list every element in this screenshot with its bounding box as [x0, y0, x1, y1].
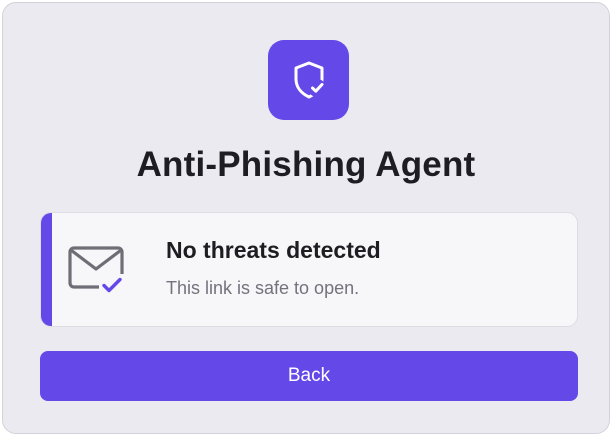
- back-button[interactable]: Back: [40, 351, 578, 401]
- status-accent-bar: [41, 213, 52, 326]
- status-message: This link is safe to open.: [166, 278, 360, 298]
- shield-check-icon: [294, 61, 326, 99]
- app-logo: [268, 40, 349, 120]
- page-title: Anti-Phishing Agent: [136, 145, 476, 184]
- anti-phishing-card: Anti-Phishing Agent No threats detected …: [2, 2, 610, 434]
- mail-check-icon: [68, 246, 127, 297]
- status-heading: No threats detected: [166, 237, 381, 263]
- status-panel: No threats detected This link is safe to…: [40, 212, 578, 327]
